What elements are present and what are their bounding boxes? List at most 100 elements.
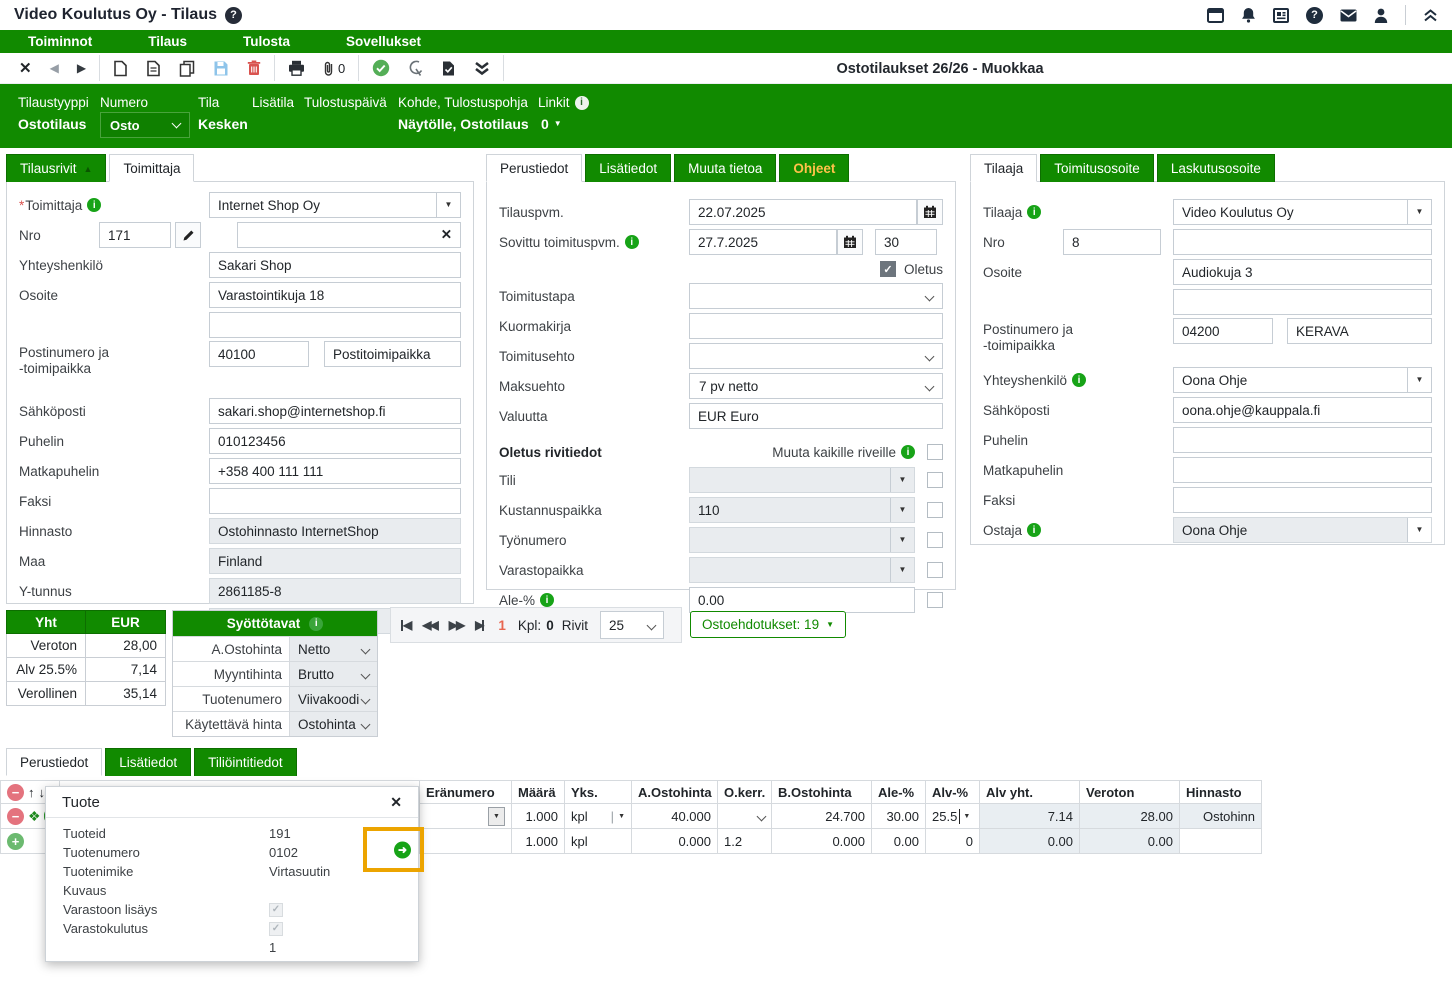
postal-city-input[interactable]: KERAVA <box>1287 318 1432 344</box>
supplier-name2-input[interactable]: ✕ <box>237 222 461 248</box>
help-badge-icon[interactable]: ? <box>225 7 242 24</box>
unit-dropdown-button[interactable]: |▼ <box>611 809 625 824</box>
tyonumero-checkbox[interactable] <box>927 532 943 548</box>
tab-lines-perustiedot[interactable]: Perustiedot <box>6 748 102 776</box>
next-record-button[interactable]: ▶ <box>68 53 95 83</box>
address-input[interactable]: Varastointikuja 18 <box>209 282 461 308</box>
orderer-name2-input[interactable] <box>1173 229 1432 255</box>
discount-cell[interactable]: 30.00 <box>872 804 926 829</box>
close-icon[interactable]: ✕ <box>390 794 402 811</box>
kustannuspaikka-checkbox[interactable] <box>927 502 943 518</box>
orderer-combobox[interactable]: Video Koulutus Oy▼ <box>1173 199 1432 225</box>
remove-all-icon[interactable]: − <box>7 784 24 801</box>
info-icon[interactable]: i <box>1027 205 1041 219</box>
oletus-checkbox[interactable]: ✓ <box>880 261 896 277</box>
email-input[interactable]: sakari.shop@internetshop.fi <box>209 398 461 424</box>
tili-checkbox[interactable] <box>927 472 943 488</box>
batch-cell[interactable] <box>420 829 512 854</box>
work-number-combobox[interactable]: ▼ <box>689 527 915 553</box>
remove-row-icon[interactable]: − <box>7 808 24 825</box>
buyer-combobox[interactable]: Oona Ohje▼ <box>1173 517 1432 543</box>
quantity-cell[interactable]: 1.000 <box>512 829 565 854</box>
dropdown-button[interactable]: ▼ <box>1407 200 1431 224</box>
tab-toimitusosoite[interactable]: Toimitusosoite <box>1040 154 1154 182</box>
muuta-kaikille-checkbox[interactable] <box>927 444 943 460</box>
postal-code-input[interactable]: 04200 <box>1173 318 1273 344</box>
copy-button[interactable] <box>170 53 204 83</box>
calendar-button[interactable] <box>917 199 943 225</box>
supplier-number-input[interactable]: 171 <box>99 222 171 248</box>
warehouse-combobox[interactable]: ▼ <box>689 557 915 583</box>
menu-sovellukset[interactable]: Sovellukset <box>318 34 449 49</box>
dropdown-button[interactable]: ▼ <box>890 498 914 522</box>
postal-city-input[interactable]: Postitoimipaikka <box>324 341 461 367</box>
waybill-input[interactable] <box>689 313 943 339</box>
news-icon[interactable] <box>1273 8 1289 23</box>
cost-center-combobox[interactable]: 110▼ <box>689 497 915 523</box>
currency-input[interactable]: EUR Euro <box>689 403 943 429</box>
quantity-cell[interactable]: 1.000 <box>512 804 565 829</box>
delivery-method-select[interactable] <box>689 283 943 309</box>
info-icon[interactable]: i <box>540 593 554 607</box>
mobile-input[interactable]: +358 400 111 111 <box>209 458 461 484</box>
tab-ohjeet[interactable]: Ohjeet <box>779 154 849 182</box>
info-icon[interactable]: i <box>1027 523 1041 537</box>
batch-dropdown-button[interactable]: ▼ <box>488 807 505 826</box>
dropdown-icon[interactable]: ▼ <box>963 813 970 820</box>
tab-tilaaja[interactable]: Tilaaja <box>970 154 1037 182</box>
fax-input[interactable] <box>1173 487 1432 513</box>
attachments-button[interactable]: 0 <box>314 53 354 83</box>
mail-icon[interactable] <box>1340 9 1357 22</box>
address2-input[interactable] <box>1173 289 1432 315</box>
last-page-button[interactable]: ▶ <box>475 618 484 632</box>
split-row-icon[interactable]: ❖ <box>28 808 41 825</box>
current-page[interactable]: 1 <box>498 618 506 633</box>
phone-input[interactable]: 010123456 <box>209 428 461 454</box>
linkit-value-dropdown[interactable]: 0▼ <box>541 116 562 132</box>
rows-per-page-select[interactable]: 25 <box>600 611 664 639</box>
vat-cell[interactable]: 0 <box>926 829 980 854</box>
tab-muuta-tietoa[interactable]: Muuta tietoa <box>674 154 776 182</box>
method-select[interactable]: Ostohinta <box>289 712 377 736</box>
collapse-chevrons-icon[interactable] <box>1423 8 1438 22</box>
previous-record-button[interactable]: ◀ <box>41 53 68 83</box>
info-icon[interactable]: i <box>901 445 915 459</box>
delivery-terms-select[interactable] <box>689 343 943 369</box>
dropdown-button[interactable]: ▼ <box>436 193 460 217</box>
add-row-icon[interactable]: + <box>7 833 24 850</box>
info-icon[interactable]: i <box>309 617 323 631</box>
clear-icon[interactable]: ✕ <box>441 227 452 243</box>
document-check-button[interactable] <box>432 53 465 83</box>
a-price-cell[interactable]: 0.000 <box>632 829 718 854</box>
prev-page-button[interactable]: ◀◀ <box>422 618 436 632</box>
calendar-button[interactable] <box>837 229 863 255</box>
ale-checkbox[interactable] <box>927 592 943 608</box>
method-select[interactable]: Viivakoodi <box>289 687 377 711</box>
mobile-input[interactable] <box>1173 457 1432 483</box>
first-page-button[interactable]: ◀ <box>401 618 410 632</box>
tab-toimittaja[interactable]: Toimittaja <box>109 154 194 182</box>
sort-up-icon[interactable]: ↑ <box>28 785 35 800</box>
customer-number-input[interactable]: 8 <box>1063 229 1161 255</box>
unit-cell[interactable]: kpl|▼ <box>565 804 632 829</box>
user-icon[interactable] <box>1374 8 1388 23</box>
purchase-suggestions-button[interactable]: Ostoehdotukset: 19 ▼ <box>690 611 846 638</box>
menu-tilaus[interactable]: Tilaus <box>120 34 215 49</box>
contact-combobox[interactable]: Oona Ohje▼ <box>1173 367 1432 393</box>
toimittaja-combobox[interactable]: Internet Shop Oy ▼ <box>209 192 461 218</box>
menu-tulosta[interactable]: Tulosta <box>215 34 318 49</box>
close-button[interactable]: ✕ <box>10 53 41 83</box>
phone-input[interactable] <box>1173 427 1432 453</box>
edit-supplier-button[interactable] <box>175 222 201 248</box>
print-button[interactable] <box>279 53 314 83</box>
varastopaikka-checkbox[interactable] <box>927 562 943 578</box>
info-icon[interactable]: i <box>575 96 589 110</box>
goto-product-button[interactable]: ➜ <box>394 841 411 858</box>
dropdown-button[interactable]: ▼ <box>1407 368 1431 392</box>
o-kerr-cell[interactable]: 1.2 <box>718 829 772 854</box>
payment-terms-select[interactable]: 7 pv netto <box>689 373 943 399</box>
address-input[interactable]: Audiokuja 3 <box>1173 259 1432 285</box>
info-icon[interactable]: i <box>1072 373 1086 387</box>
b-price-cell[interactable]: 24.700 <box>772 804 872 829</box>
dropdown-button[interactable]: ▼ <box>890 558 914 582</box>
